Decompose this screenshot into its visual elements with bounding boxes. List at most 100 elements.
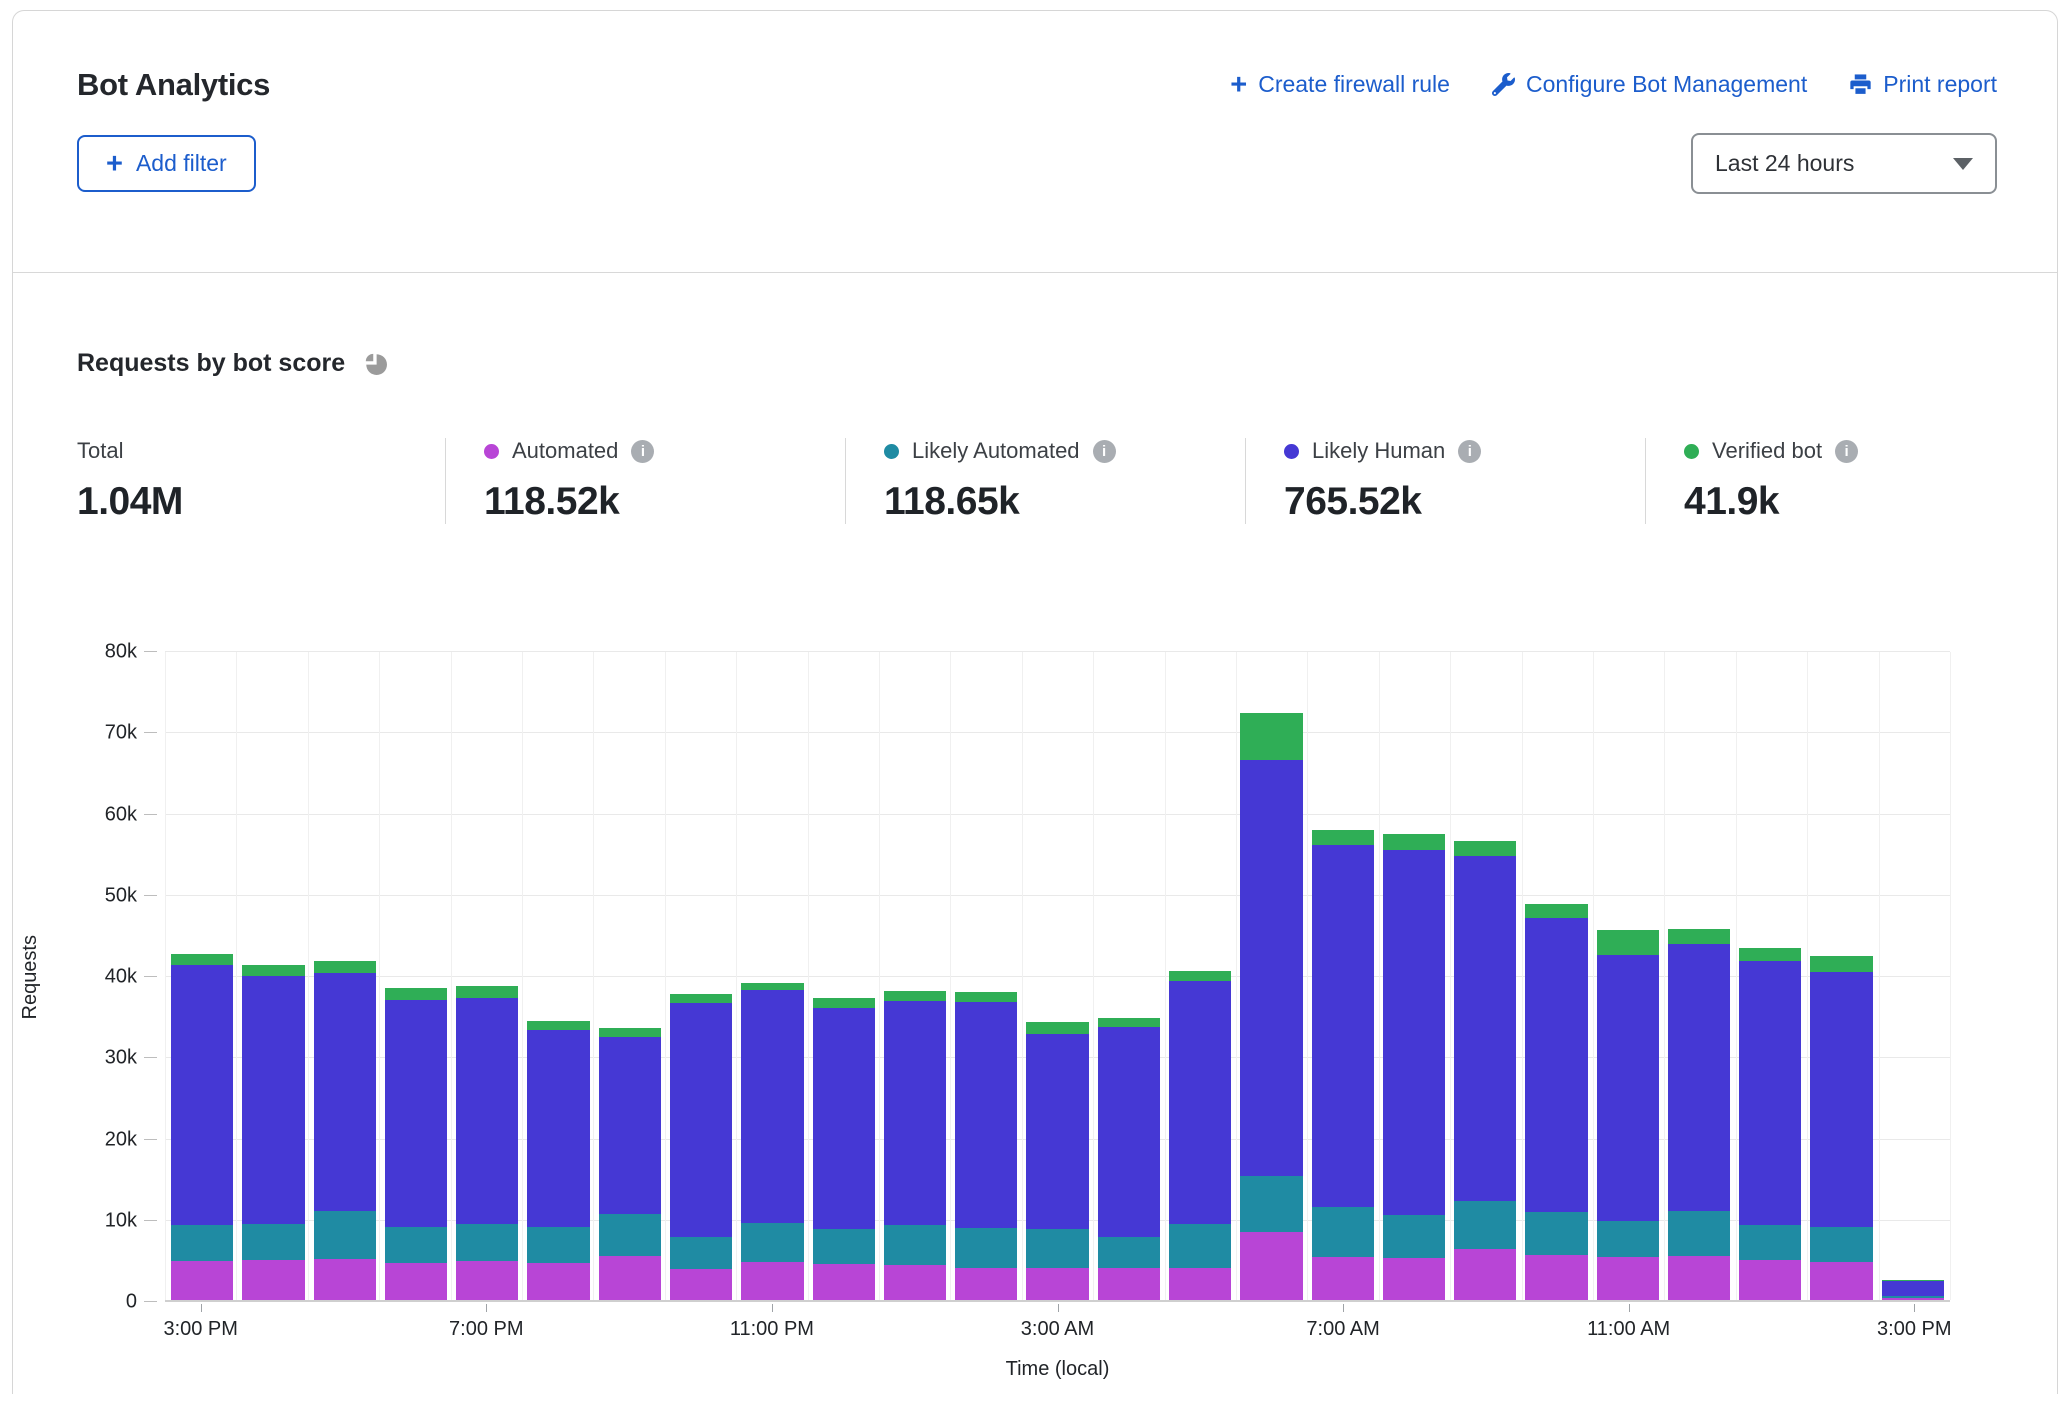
bar-stack-1000pm[interactable]	[670, 994, 732, 1300]
bar-stack-1100pm[interactable]	[741, 983, 803, 1300]
info-icon[interactable]: i	[631, 440, 654, 463]
bar-segment-verified_bot	[527, 1021, 589, 1030]
bar-segment-likely_automated	[527, 1227, 589, 1264]
bar-stack-800am[interactable]	[1383, 834, 1445, 1300]
bar-segment-likely_automated	[670, 1237, 732, 1270]
y-axis-tick-label: 60k	[105, 803, 137, 826]
pie-chart-icon	[362, 350, 389, 377]
filter-row: + Add filter Last 24 hours	[13, 103, 2057, 272]
bar-stack-1200pm[interactable]	[1668, 929, 1730, 1300]
x-axis-tick	[1058, 1304, 1059, 1312]
bar-segment-likely_automated	[1525, 1212, 1587, 1254]
configure-bot-management-link[interactable]: Configure Bot Management	[1492, 71, 1807, 98]
stat-total-label: Total	[77, 438, 123, 464]
bar-segment-likely_human	[1668, 944, 1730, 1211]
bar-segment-likely_automated	[385, 1227, 447, 1264]
x-axis-tick-label: 11:00 AM	[1587, 1318, 1670, 1341]
bar-stack-1100am[interactable]	[1597, 930, 1659, 1300]
bar-segment-automated	[1810, 1262, 1872, 1300]
bar-stack-600am[interactable]	[1240, 713, 1302, 1300]
bar-stack-200pm[interactable]	[1810, 956, 1872, 1300]
bar-stack-700am[interactable]	[1312, 830, 1374, 1300]
bar-segment-likely_automated	[884, 1225, 946, 1265]
add-filter-button[interactable]: + Add filter	[77, 135, 256, 192]
bar-segment-likely_automated	[1597, 1221, 1659, 1257]
bar-segment-verified_bot	[385, 988, 447, 1000]
bar-segment-verified_bot	[1454, 841, 1516, 856]
bar-stack-1000am[interactable]	[1525, 904, 1587, 1301]
stat-likely-automated-value: 118.65k	[884, 480, 1225, 524]
bar-segment-likely_automated	[1240, 1176, 1302, 1232]
bar-stack-900pm[interactable]	[599, 1028, 661, 1300]
section-header: Requests by bot score	[13, 273, 2057, 378]
bar-segment-verified_bot	[456, 986, 518, 998]
stat-likely-automated: Likely Automated i 118.65k	[845, 438, 1245, 524]
bar-stack-200am[interactable]	[955, 992, 1017, 1300]
bar-stack-500pm[interactable]	[314, 961, 376, 1300]
bar-stack-100pm[interactable]	[1739, 948, 1801, 1300]
chart-plot-area: Requests 010k20k30k40k50k60k70k80k	[165, 652, 1950, 1302]
y-axis-tick-label: 40k	[105, 966, 137, 989]
bar-segment-likely_human	[171, 965, 233, 1225]
bar-stack-700pm[interactable]	[456, 986, 518, 1300]
bar-segment-verified_bot	[1739, 948, 1801, 961]
stat-likely-automated-label: Likely Automated	[912, 438, 1080, 464]
bar-segment-likely_human	[1525, 918, 1587, 1212]
x-axis-tick	[772, 1304, 773, 1312]
bar-stack-900am[interactable]	[1454, 841, 1516, 1300]
x-axis-tick	[201, 1304, 202, 1312]
bar-segment-likely_human	[1098, 1027, 1160, 1237]
stat-automated-label: Automated	[512, 438, 618, 464]
bar-segment-likely_human	[314, 973, 376, 1210]
bar-segment-automated	[1312, 1257, 1374, 1300]
bar-segment-likely_human	[741, 990, 803, 1223]
bar-segment-likely_human	[1882, 1281, 1944, 1296]
bar-segment-likely_automated	[1383, 1215, 1445, 1258]
bar-stack-800pm[interactable]	[527, 1021, 589, 1300]
stat-verified-bot-value: 41.9k	[1684, 480, 1858, 524]
section-title: Requests by bot score	[77, 349, 345, 378]
bar-segment-likely_automated	[599, 1214, 661, 1256]
bar-stack-300am[interactable]	[1026, 1022, 1088, 1300]
info-icon[interactable]: i	[1458, 440, 1481, 463]
stat-likely-human: Likely Human i 765.52k	[1245, 438, 1645, 524]
y-axis-tick	[144, 814, 157, 815]
bar-segment-likely_automated	[1739, 1225, 1801, 1260]
bar-stack-500am[interactable]	[1169, 971, 1231, 1300]
bar-stack-600pm[interactable]	[385, 988, 447, 1300]
chevron-down-icon	[1953, 158, 1973, 170]
x-axis-tick-label: 7:00 AM	[1306, 1318, 1379, 1341]
info-icon[interactable]: i	[1093, 440, 1116, 463]
bar-segment-automated	[1169, 1268, 1231, 1301]
bar-stack-400am[interactable]	[1098, 1018, 1160, 1300]
info-icon[interactable]: i	[1835, 440, 1858, 463]
stat-automated: Automated i 118.52k	[445, 438, 845, 524]
bar-segment-automated	[1240, 1232, 1302, 1300]
bar-stack-300pm[interactable]	[171, 954, 233, 1300]
bar-segment-likely_human	[1312, 845, 1374, 1207]
header-actions: + Create firewall rule Configure Bot Man…	[1230, 71, 1997, 98]
stats-row: Total 1.04M Automated i 118.52k Likely A…	[13, 378, 2057, 524]
create-firewall-rule-link[interactable]: + Create firewall rule	[1230, 71, 1450, 98]
bar-segment-automated	[385, 1263, 447, 1300]
bar-segment-likely_automated	[171, 1225, 233, 1261]
bar-stack-100am[interactable]	[884, 991, 946, 1300]
y-axis-tick	[144, 651, 157, 652]
bar-segment-likely_human	[599, 1037, 661, 1214]
print-report-link[interactable]: Print report	[1849, 71, 1997, 98]
x-axis-tick-label: 3:00 PM	[1877, 1318, 1951, 1341]
bar-segment-likely_human	[1383, 850, 1445, 1215]
bar-segment-automated	[456, 1261, 518, 1300]
stat-total: Total 1.04M	[77, 438, 445, 524]
time-range-select[interactable]: Last 24 hours	[1691, 133, 1997, 194]
x-axis-tick	[1629, 1304, 1630, 1312]
bar-segment-automated	[599, 1256, 661, 1300]
bar-stack-400pm[interactable]	[242, 965, 304, 1300]
y-axis-tick-label: 20k	[105, 1128, 137, 1151]
bar-stack-300pm[interactable]	[1882, 1280, 1944, 1300]
bar-segment-likely_human	[527, 1030, 589, 1227]
bar-stack-1200am[interactable]	[813, 998, 875, 1300]
bar-segment-verified_bot	[1597, 930, 1659, 954]
bar-segment-verified_bot	[1026, 1022, 1088, 1034]
y-axis-tick-label: 30k	[105, 1047, 137, 1070]
